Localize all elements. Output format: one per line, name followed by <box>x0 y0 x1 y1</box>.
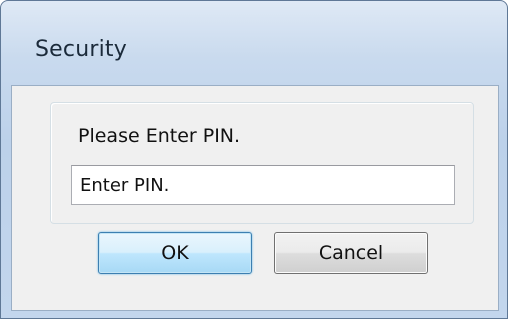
pin-prompt-label: Please Enter PIN. <box>78 125 241 147</box>
security-dialog-window: Security Please Enter PIN. OK Cancel <box>0 0 508 319</box>
pin-input[interactable] <box>71 165 455 205</box>
dialog-titlebar[interactable]: Security <box>1 1 507 85</box>
cancel-button[interactable]: Cancel <box>274 232 428 274</box>
dialog-content: Please Enter PIN. OK Cancel <box>11 85 499 311</box>
ok-button[interactable]: OK <box>98 232 252 274</box>
pin-groupbox: Please Enter PIN. <box>50 102 474 224</box>
dialog-title: Security <box>35 37 127 62</box>
